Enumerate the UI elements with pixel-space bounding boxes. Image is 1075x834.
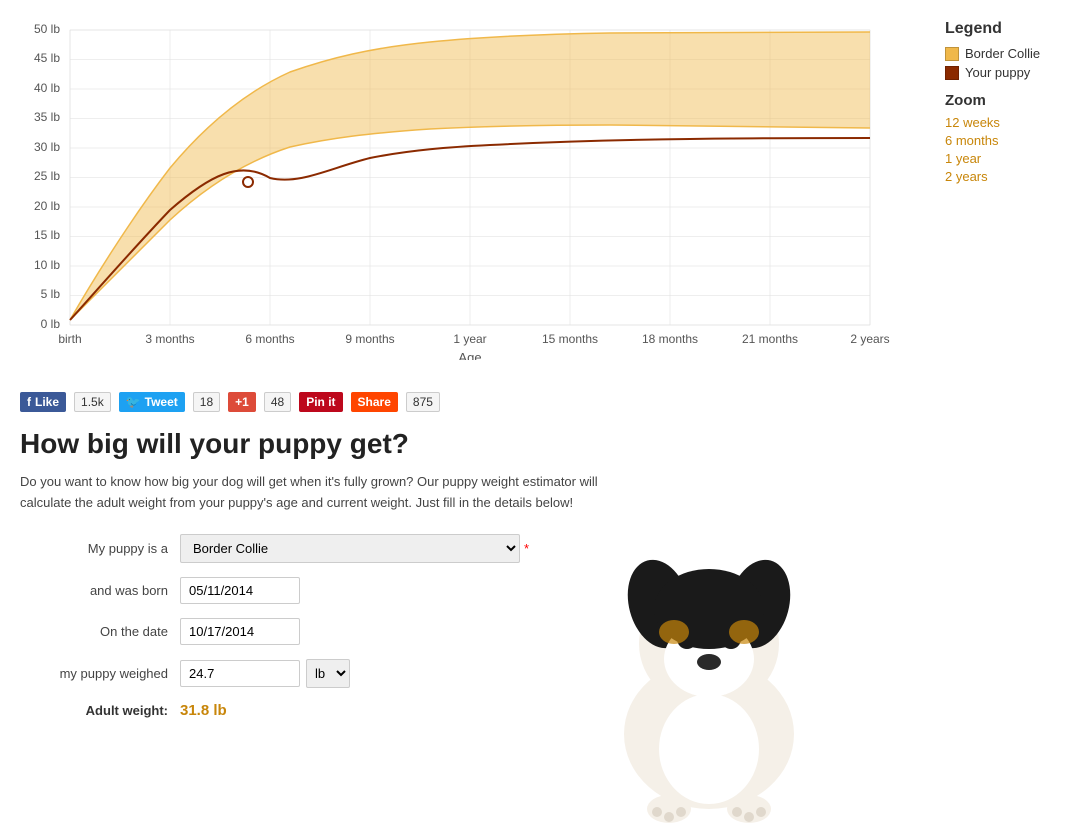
puppy-illustration <box>569 514 849 834</box>
twitter-tweet-button[interactable]: 🐦 Tweet <box>119 392 185 412</box>
x-label-21mo: 21 months <box>742 332 798 346</box>
pin-label: Pin it <box>306 395 335 409</box>
tw-count: 18 <box>193 392 220 412</box>
x-label-1yr: 1 year <box>453 332 486 346</box>
x-label-6mo: 6 months <box>245 332 294 346</box>
zoom-1year[interactable]: 1 year <box>945 151 1065 166</box>
y-label-15: 15 lb <box>34 228 60 242</box>
required-indicator: * <box>524 541 529 556</box>
breed-select[interactable]: Border Collie <box>180 534 520 563</box>
weight-inputs: lb kg <box>180 659 350 688</box>
weight-field-label: my puppy weighed <box>20 666 180 681</box>
date-field-label: On the date <box>20 624 180 639</box>
fb-icon: f <box>27 395 31 409</box>
breed-label: Border Collie <box>965 46 1040 61</box>
adult-weight-label: Adult weight: <box>20 703 180 718</box>
weight-row: my puppy weighed lb kg <box>20 659 529 688</box>
adult-weight-value: 31.8 lb <box>180 702 227 719</box>
born-date-input[interactable] <box>180 577 300 604</box>
page-heading: How big will your puppy get? <box>20 428 880 460</box>
legend-item-breed: Border Collie <box>945 46 1065 61</box>
weight-unit-select[interactable]: lb kg <box>306 659 350 688</box>
puppy-label: Your puppy <box>965 65 1030 80</box>
tw-label: Tweet <box>145 395 178 409</box>
gp-count: 48 <box>264 392 291 412</box>
y-label-30: 30 lb <box>34 140 60 154</box>
y-label-50: 50 lb <box>34 22 60 36</box>
facebook-like-button[interactable]: f Like <box>20 392 66 412</box>
page-description: Do you want to know how big your dog wil… <box>20 472 600 514</box>
tw-icon: 🐦 <box>126 395 141 409</box>
zoom-title: Zoom <box>945 92 1065 109</box>
puppy-form: My puppy is a Border Collie * and was bo… <box>20 534 529 719</box>
y-label-20: 20 lb <box>34 199 60 213</box>
date-row: On the date <box>20 618 529 645</box>
y-label-40: 40 lb <box>34 81 60 95</box>
share-button[interactable]: Share <box>351 392 398 412</box>
growth-chart: 0 lb 5 lb 10 lb 15 lb 20 lb 25 lb 30 lb … <box>10 20 890 360</box>
born-field-label: and was born <box>20 583 180 598</box>
zoom-6months[interactable]: 6 months <box>945 133 1065 148</box>
x-label-3mo: 3 months <box>145 332 194 346</box>
x-label-18mo: 18 months <box>642 332 698 346</box>
social-bar: f Like 1.5k 🐦 Tweet 18 +1 48 Pin it Shar… <box>20 392 880 412</box>
y-label-5: 5 lb <box>41 287 61 301</box>
zoom-12weeks[interactable]: 12 weeks <box>945 115 1065 130</box>
puppy-swatch <box>945 66 959 80</box>
breed-field-label: My puppy is a <box>20 541 180 556</box>
x-label-15mo: 15 months <box>542 332 598 346</box>
y-label-10: 10 lb <box>34 258 60 272</box>
x-axis-title: Age <box>458 350 481 360</box>
puppy-data-point <box>243 177 253 187</box>
weigh-date-input[interactable] <box>180 618 300 645</box>
legend-panel: Legend Border Collie Your puppy Zoom 12 … <box>945 10 1075 370</box>
breed-swatch <box>945 47 959 61</box>
y-label-45: 45 lb <box>34 51 60 65</box>
sh-count: 875 <box>406 392 440 412</box>
born-row: and was born <box>20 577 529 604</box>
x-label-2yr: 2 years <box>850 332 889 346</box>
zoom-2years[interactable]: 2 years <box>945 169 1065 184</box>
x-label-birth: birth <box>58 332 81 346</box>
sh-label: Share <box>358 395 391 409</box>
fb-count: 1.5k <box>74 392 111 412</box>
pinterest-button[interactable]: Pin it <box>299 392 342 412</box>
y-label-25: 25 lb <box>34 169 60 183</box>
x-label-9mo: 9 months <box>345 332 394 346</box>
adult-weight-row: Adult weight: 31.8 lb <box>20 702 529 719</box>
y-label-0: 0 lb <box>41 317 61 331</box>
breed-row: My puppy is a Border Collie * <box>20 534 529 563</box>
fb-label: Like <box>35 395 59 409</box>
legend-item-puppy: Your puppy <box>945 65 1065 80</box>
y-label-35: 35 lb <box>34 110 60 124</box>
googleplus-button[interactable]: +1 <box>228 392 256 412</box>
puppy-image-container <box>569 514 849 834</box>
gp-label: +1 <box>235 395 249 409</box>
chart-container: 0 lb 5 lb 10 lb 15 lb 20 lb 25 lb 30 lb … <box>0 10 945 370</box>
weight-input[interactable] <box>180 660 300 687</box>
legend-title: Legend <box>945 20 1065 38</box>
